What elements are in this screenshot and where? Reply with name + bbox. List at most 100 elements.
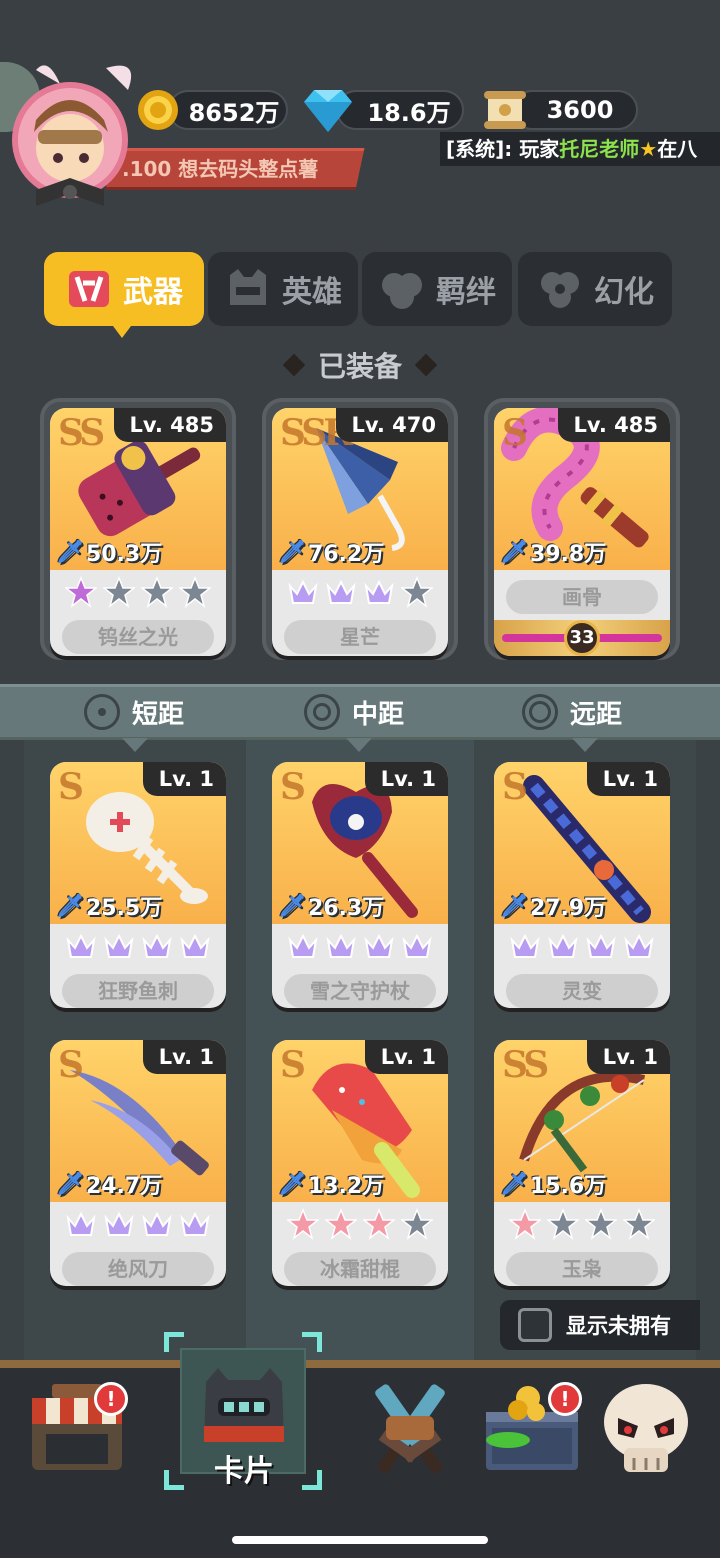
star-icon <box>323 1207 359 1244</box>
tab-bond[interactable]: 羁绊 <box>362 252 512 326</box>
equipped-title-text: 已装备 <box>317 350 402 383</box>
empty-star-icon <box>583 1207 619 1244</box>
card-power: 🗡 76.2万 <box>278 536 384 568</box>
crown-icon <box>179 930 211 966</box>
crown-icon <box>401 930 433 966</box>
card-power-value: 26.3万 <box>307 896 385 921</box>
tab-weapon[interactable]: 武器 <box>44 252 204 326</box>
show-unowned-checkbox[interactable] <box>518 1308 552 1342</box>
card-stars <box>272 1206 448 1246</box>
nav-card[interactable]: 卡片 <box>184 1362 304 1489</box>
weapon-card[interactable]: S Lv. 1 🗡 25.5万 狂野鱼刺 <box>50 762 226 1008</box>
card-weapon-name: 玉枭 <box>506 1252 658 1286</box>
equipped-title: 已装备 <box>260 340 460 390</box>
gold-counter[interactable]: 8652万 <box>168 90 288 130</box>
gold-value: 8652万 <box>188 98 280 127</box>
nav-skull[interactable] <box>598 1378 718 1488</box>
diamond-counter[interactable]: 18.6万 <box>336 90 464 130</box>
weapon-card[interactable]: SS Lv. 1 🗡 15.6万 玉枭 <box>494 1040 670 1286</box>
treasure-alert-badge: ! <box>548 1382 582 1416</box>
nav-battle[interactable] <box>350 1378 470 1488</box>
crown-icon <box>363 930 395 966</box>
weapon-card[interactable]: S Lv. 1 🗡 26.3万 雪之守护杖 <box>272 762 448 1008</box>
diamond-ornament-icon <box>282 353 306 377</box>
power-sword-icon: 🗡 <box>56 893 84 919</box>
diamond-value: 18.6万 <box>367 98 451 127</box>
card-power: 🗡 50.3万 <box>56 536 162 568</box>
tab-hero-label: 英雄 <box>282 275 342 310</box>
selection-corner <box>302 1332 322 1352</box>
card-stars <box>50 574 226 614</box>
crown-icon <box>103 1208 135 1244</box>
card-rank: S <box>502 766 528 808</box>
card-level: Lv. 1 <box>364 1040 448 1074</box>
card-stars <box>494 1206 670 1246</box>
crown-icon <box>547 930 579 966</box>
card-level: Lv. 1 <box>586 1040 670 1074</box>
card-weapon-name: 钨丝之光 <box>62 620 214 654</box>
star-icon <box>361 1207 397 1244</box>
card-weapon-name: 冰霜甜棍 <box>284 1252 436 1286</box>
crown-icon <box>623 930 655 966</box>
weapon-card[interactable]: S Lv. 1 🗡 27.9万 灵变 <box>494 762 670 1008</box>
diamond-icon <box>302 86 354 134</box>
empty-star-icon <box>101 575 137 612</box>
card-power: 🗡 26.3万 <box>278 890 384 922</box>
range-mid[interactable]: 中距 <box>304 690 404 734</box>
card-level: Lv. 485 <box>113 408 226 442</box>
range-short-label: 短距 <box>132 699 185 730</box>
power-sword-icon: 🗡 <box>56 539 84 565</box>
show-unowned-toggle[interactable]: 显示未拥有 <box>500 1300 700 1350</box>
bond-icon <box>382 273 422 309</box>
card-power: 🗡 15.6万 <box>500 1168 606 1200</box>
crown-icon <box>287 576 319 612</box>
tab-hero[interactable]: 英雄 <box>208 252 358 326</box>
equipped-card[interactable]: S Lv. 485 🗡 39.8万 画骨 33 <box>494 408 670 656</box>
crown-icon <box>179 1208 211 1244</box>
card-power: 🗡 39.8万 <box>500 536 606 568</box>
card-power-value: 76.2万 <box>307 542 385 567</box>
empty-star-icon <box>545 1207 581 1244</box>
crown-icon <box>287 930 319 966</box>
empty-star-icon <box>621 1207 657 1244</box>
target-icon <box>84 694 120 730</box>
card-rank: S <box>58 766 84 808</box>
empty-star-icon <box>399 1207 435 1244</box>
ticker-player-name: 托尼老师 <box>559 137 640 161</box>
empty-star-icon <box>139 575 175 612</box>
skull-icon <box>604 1384 688 1472</box>
empty-star-icon <box>399 575 435 612</box>
weapon-card[interactable]: S Lv. 1 🗡 24.7万 绝风刀 <box>50 1040 226 1286</box>
card-weapon-name: 绝风刀 <box>62 1252 214 1286</box>
crown-icon <box>103 930 135 966</box>
weapon-card[interactable]: S Lv. 1 🗡 13.2万 冰霜甜棍 <box>272 1040 448 1286</box>
card-rank: S <box>280 766 306 808</box>
tab-transform[interactable]: 幻化 <box>518 252 672 326</box>
battle-swords-icon <box>375 1384 445 1475</box>
weapon-icon <box>69 271 109 307</box>
crown-icon <box>325 576 357 612</box>
tab-weapon-label: 武器 <box>123 275 183 310</box>
crown-icon <box>141 930 173 966</box>
card-power-value: 15.6万 <box>529 1174 607 1199</box>
scroll-icon <box>482 87 528 133</box>
player-avatar[interactable] <box>8 60 158 220</box>
scroll-counter[interactable]: 3600 <box>512 90 638 130</box>
power-sword-icon: 🗡 <box>278 539 306 565</box>
card-power-value: 50.3万 <box>85 542 163 567</box>
equipped-card[interactable]: SS Lv. 485 🗡 50.3万 钨丝之光 <box>50 408 226 656</box>
right-rail <box>696 740 720 1360</box>
card-weapon-name: 星芒 <box>284 620 436 654</box>
star-level-badge: 33 <box>564 620 600 656</box>
home-indicator[interactable] <box>232 1536 488 1544</box>
card-weapon-name: 雪之守护杖 <box>284 974 436 1008</box>
power-sword-icon: 🗡 <box>500 539 528 565</box>
nav-card-label: 卡片 <box>214 1454 274 1489</box>
card-stars <box>494 928 670 968</box>
crown-icon <box>325 930 357 966</box>
card-level: Lv. 1 <box>586 762 670 796</box>
range-short[interactable]: 短距 <box>84 690 184 734</box>
equipped-card[interactable]: SSR Lv. 470 🗡 76.2万 星芒 <box>272 408 448 656</box>
card-knight-icon <box>204 1368 284 1442</box>
range-long[interactable]: 远距 <box>522 690 622 734</box>
